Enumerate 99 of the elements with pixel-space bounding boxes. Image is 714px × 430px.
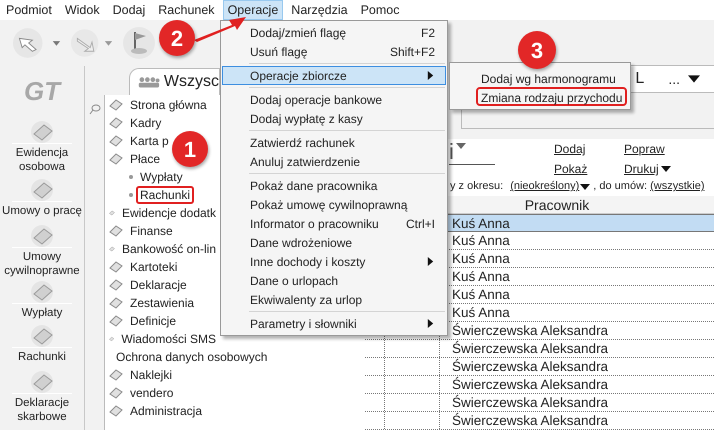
- table-cell-text: Kuś Anna: [451, 286, 511, 303]
- submenu-arrow-icon: [426, 319, 435, 328]
- tree-item[interactable]: Rachunki: [136, 186, 194, 204]
- tree-item[interactable]: Deklaracje: [126, 276, 191, 294]
- submenu-arrow-icon: [426, 71, 435, 80]
- table-row[interactable]: Świerczewska Aleksandra: [365, 394, 714, 412]
- pin-icon[interactable]: [88, 103, 100, 115]
- flag-icon[interactable]: [122, 26, 156, 60]
- more-tabs-button[interactable]: ...: [668, 68, 700, 90]
- table-row[interactable]: Świerczewska Aleksandra: [365, 358, 714, 376]
- table-cell-text: Kuś Anna: [451, 304, 511, 321]
- stack-icon: [109, 152, 123, 166]
- tree-item[interactable]: Definicje: [126, 312, 180, 330]
- menu-item[interactable]: Pokaż umowę cywilnoprawną: [222, 195, 446, 214]
- people-group-icon: [138, 75, 160, 89]
- stack-icon: [109, 314, 123, 328]
- table-cell-text: Świerczewska Aleksandra: [451, 340, 610, 357]
- table-cell-text: Świerczewska Aleksandra: [451, 322, 610, 339]
- contracts-dropdown[interactable]: (wszystkie): [650, 178, 704, 195]
- stack-icon: [109, 116, 123, 130]
- filter-label: , do umów:: [593, 179, 648, 194]
- menu-item[interactable]: Anuluj zatwierdzenie: [222, 152, 446, 171]
- table-row[interactable]: Świerczewska Aleksandra: [365, 340, 714, 358]
- tree-item[interactable]: Zestawienia: [126, 294, 198, 312]
- table-cell-text: Świerczewska Aleksandra: [451, 412, 610, 429]
- callout-badge: 2: [159, 20, 195, 56]
- stack-icon: [109, 368, 123, 382]
- tree-item[interactable]: Płace: [126, 150, 164, 168]
- submenu-arrow-icon: [426, 257, 435, 266]
- table-cell-text: Kuś Anna: [451, 268, 511, 285]
- stack-icon: [109, 98, 123, 112]
- stack-icon: [109, 278, 123, 292]
- table-cell-text: Świerczewska Aleksandra: [451, 376, 610, 393]
- menu-item[interactable]: Podmiot: [1, 0, 57, 20]
- tree-item[interactable]: Administracja: [126, 402, 206, 420]
- menu-item[interactable]: Usuń flagę Shift+F2: [222, 42, 446, 61]
- menu-item[interactable]: Rachunek: [153, 0, 220, 20]
- sidebar-item[interactable]: Umowy cywilnoprawne: [0, 218, 84, 278]
- stack-icon: [109, 134, 123, 148]
- column-header: Pracownik: [524, 196, 590, 213]
- menu-item[interactable]: Dodaj/zmień flagę F2: [222, 23, 446, 42]
- action-link[interactable]: Drukuj: [624, 161, 704, 178]
- stack-icon: [109, 404, 123, 418]
- action-link[interactable]: Popraw: [624, 141, 704, 158]
- tab-label: Wszysc: [164, 72, 219, 92]
- tree-item[interactable]: vendero: [126, 384, 178, 402]
- stack-icon: [109, 260, 123, 274]
- period-dropdown[interactable]: (nieokreślony): [510, 178, 590, 195]
- menu-item[interactable]: Pomoc: [356, 0, 404, 20]
- stack-icon: [109, 386, 123, 400]
- sidebar-item[interactable]: Ewidencja osobowa: [0, 116, 84, 174]
- action-link[interactable]: Pokaż: [554, 161, 624, 178]
- tab[interactable]: Wszysc: [129, 68, 220, 95]
- tree-item[interactable]: Karta p: [126, 132, 173, 150]
- tree-item[interactable]: Bankowość on-lin: [118, 240, 220, 258]
- table-cell-text: Kuś Anna: [451, 215, 511, 231]
- back-arrow-icon[interactable]: [12, 26, 62, 60]
- sidebar-item[interactable]: Wypłaty: [0, 278, 84, 320]
- menu-item[interactable]: Narzędzia: [286, 0, 353, 20]
- tree-item[interactable]: Naklejki: [126, 366, 176, 384]
- caret-icon: [660, 164, 671, 174]
- tree-item[interactable]: Ewidencje dodatk: [118, 204, 220, 222]
- tree-item[interactable]: Wypłaty: [136, 168, 187, 186]
- stack-icon: [109, 296, 123, 310]
- menu-item[interactable]: Pokaż dane pracownika: [222, 171, 446, 195]
- tree-item[interactable]: Ochrona danych osobowych: [112, 348, 272, 366]
- stack-icon: [109, 224, 123, 238]
- menu-item[interactable]: Dodaj operacje bankowe: [222, 85, 446, 109]
- tree-item[interactable]: Strona główna: [126, 96, 211, 114]
- table-row[interactable]: Świerczewska Aleksandra: [365, 412, 714, 430]
- bullet-icon: [129, 193, 133, 197]
- tree-item[interactable]: Kartoteki: [126, 258, 182, 276]
- menu-item[interactable]: Dodaj wg harmonogramu: [476, 68, 621, 87]
- menu-item[interactable]: Widok: [60, 0, 105, 20]
- callout-arrow: [192, 16, 248, 43]
- tab[interactable]: L: [635, 67, 644, 91]
- menu-item[interactable]: Zatwierdź rachunek: [222, 128, 446, 152]
- menu-item[interactable]: Dodaj: [108, 0, 150, 20]
- tree-item[interactable]: Wiadomości SMS: [117, 330, 220, 348]
- menu-item[interactable]: Dodaj wypłatę z kasy: [222, 109, 446, 128]
- caret-icon: [580, 182, 590, 192]
- sidebar-item[interactable]: Rachunki: [0, 320, 84, 364]
- bullet-icon: [129, 175, 133, 179]
- table-row[interactable]: Świerczewska Aleksandra: [365, 376, 714, 394]
- tree-item[interactable]: Finanse: [126, 222, 177, 240]
- table-cell-text: Kuś Anna: [451, 232, 511, 249]
- tree-item[interactable]: Kadry: [126, 114, 166, 132]
- menu-item[interactable]: Zmiana rodzaju przychodu: [476, 87, 628, 106]
- table-cell-text: Kuś Anna: [451, 250, 511, 267]
- table-cell-text: Świerczewska Aleksandra: [451, 358, 610, 375]
- action-link[interactable]: Dodaj: [554, 141, 624, 158]
- table-cell-text: Świerczewska Aleksandra: [451, 394, 610, 411]
- view-selector[interactable]: i: [449, 141, 495, 166]
- filter-label: y z okresu:: [450, 179, 504, 194]
- menu-item[interactable]: Operacje: [222, 0, 284, 20]
- caret-icon: [688, 73, 700, 85]
- app-logo: GT: [24, 74, 60, 108]
- sidebar-item[interactable]: Deklaracje skarbowe: [0, 364, 84, 424]
- sidebar-item[interactable]: Umowy o pracę: [0, 174, 84, 218]
